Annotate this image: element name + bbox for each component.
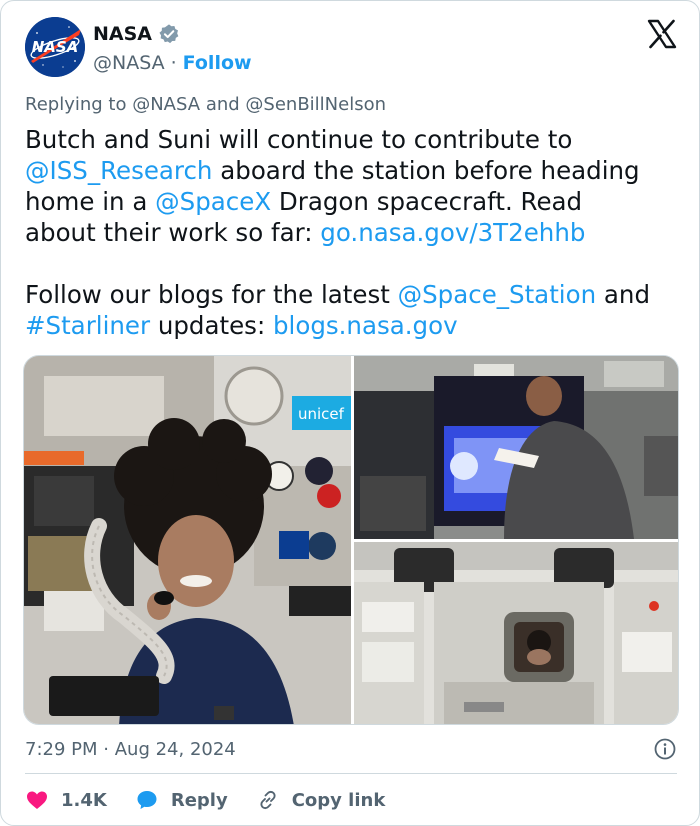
tweet-header: NASA NASA @NASA · Follow bbox=[25, 17, 677, 81]
mention-spacex[interactable]: @SpaceX bbox=[155, 187, 271, 216]
like-button[interactable]: 1.4K bbox=[25, 788, 107, 812]
post-time: 7:29 PM bbox=[25, 738, 98, 760]
tweet-text-line: home in a bbox=[25, 187, 156, 216]
author-name[interactable]: NASA bbox=[93, 23, 152, 45]
link-icon bbox=[260, 790, 276, 810]
divider bbox=[25, 773, 677, 774]
reply-joiner: and bbox=[205, 94, 240, 115]
photo-astronaut-butch-lab[interactable] bbox=[354, 356, 678, 539]
action-bar: 1.4K Reply Copy link bbox=[25, 785, 413, 815]
reply-mention-senbillnelson[interactable]: @SenBillNelson bbox=[245, 94, 386, 115]
reply-prefix: Replying to bbox=[25, 94, 127, 115]
post-date: Aug 24, 2024 bbox=[114, 738, 236, 760]
post-timestamp[interactable]: 7:29 PM · Aug 24, 2024 bbox=[25, 739, 236, 760]
mention-space-station[interactable]: @Space_Station bbox=[398, 280, 597, 309]
x-logo-icon[interactable] bbox=[647, 19, 677, 49]
info-icon[interactable] bbox=[653, 737, 677, 761]
tweet-text-line: and bbox=[596, 280, 651, 309]
nasa-avatar[interactable]: NASA bbox=[25, 17, 85, 77]
reply-mention-nasa[interactable]: @NASA bbox=[132, 94, 200, 115]
reply-bubble-icon bbox=[137, 791, 157, 809]
tweet-text-line: about their work so far: bbox=[25, 218, 321, 247]
follow-button[interactable]: Follow bbox=[183, 52, 252, 74]
mention-iss-research[interactable]: @ISS_Research bbox=[25, 156, 212, 185]
tweet-text-line: Follow our blogs for the latest bbox=[25, 280, 398, 309]
photo-station-interior[interactable] bbox=[354, 542, 678, 724]
tweet-card: NASA NASA @NASA · Follow Replying to @NA… bbox=[0, 0, 700, 826]
copy-link-button[interactable]: Copy link bbox=[256, 788, 386, 812]
verified-badge-icon bbox=[159, 24, 179, 44]
tweet-text-line: aboard the station before heading bbox=[212, 156, 640, 185]
tweet-text-line: Butch and Suni will continue to contribu… bbox=[25, 125, 573, 154]
timestamp-row: 7:29 PM · Aug 24, 2024 bbox=[25, 736, 677, 762]
heart-icon bbox=[27, 791, 47, 809]
timestamp-separator: · bbox=[103, 738, 109, 760]
reply-context: Replying to @NASA and @SenBillNelson bbox=[25, 94, 386, 115]
link-nasa-short[interactable]: go.nasa.gov/3T2ehhb bbox=[320, 218, 585, 247]
link-blogs-nasa[interactable]: blogs.nasa.gov bbox=[273, 311, 458, 340]
copy-link-label: Copy link bbox=[291, 789, 386, 811]
like-count: 1.4K bbox=[61, 789, 107, 811]
handle-separator: · bbox=[170, 52, 177, 74]
media-grid: unicef bbox=[23, 355, 679, 725]
reply-label: Reply bbox=[170, 789, 228, 811]
reply-button[interactable]: Reply bbox=[135, 788, 228, 812]
unicef-sticker: unicef bbox=[298, 405, 345, 423]
author-handle[interactable]: @NASA bbox=[93, 52, 165, 74]
tweet-body: Butch and Suni will continue to contribu… bbox=[25, 124, 685, 341]
photo-astronaut-suni[interactable]: unicef bbox=[24, 356, 351, 724]
nasa-meatball-wordmark: NASA bbox=[32, 38, 79, 56]
hashtag-starliner[interactable]: #Starliner bbox=[25, 311, 150, 340]
tweet-text-line: updates: bbox=[150, 311, 273, 340]
tweet-text-line: Dragon spacecraft. Read bbox=[271, 187, 583, 216]
